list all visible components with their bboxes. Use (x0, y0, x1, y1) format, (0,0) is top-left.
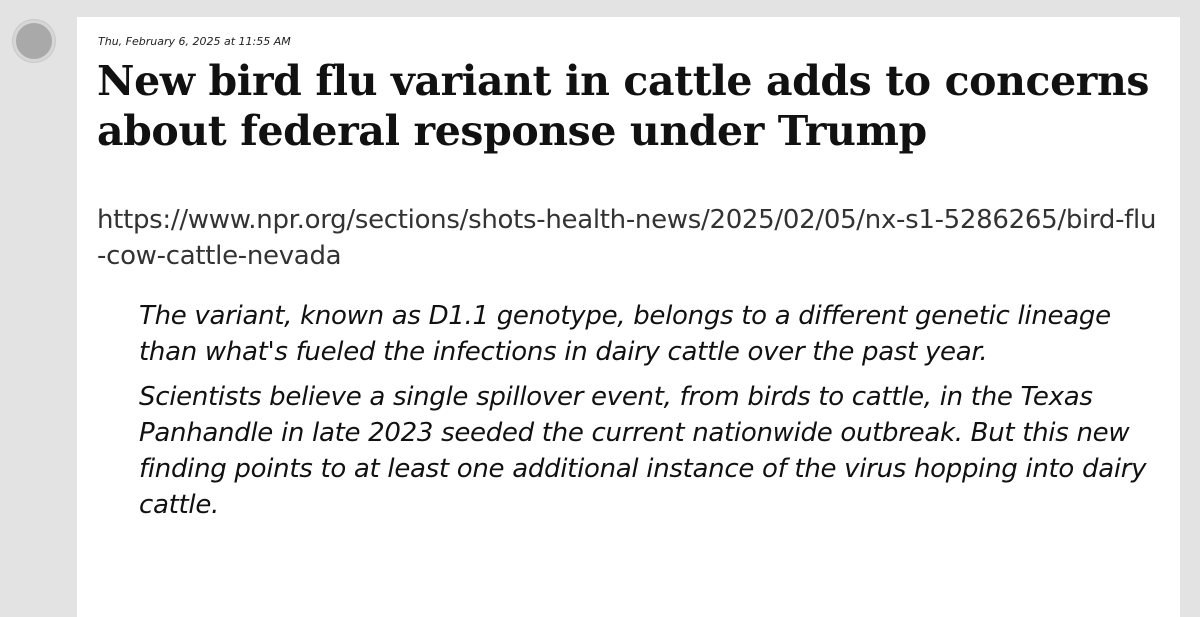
post-title: New bird flu variant in cattle adds to c… (97, 57, 1150, 155)
quote-paragraph: Scientists believe a single spillover ev… (139, 382, 1147, 520)
quote-paragraph: The variant, known as D1.1 genotype, bel… (139, 301, 1111, 367)
avatar[interactable] (13, 20, 55, 62)
post-timestamp: Thu, February 6, 2025 at 11:55 AM (98, 35, 291, 48)
article-quote: The variant, known as D1.1 genotype, bel… (139, 298, 1158, 523)
post-card: Thu, February 6, 2025 at 11:55 AM New bi… (77, 17, 1180, 617)
article-link[interactable]: https://www.npr.org/sections/shots-healt… (97, 202, 1158, 274)
